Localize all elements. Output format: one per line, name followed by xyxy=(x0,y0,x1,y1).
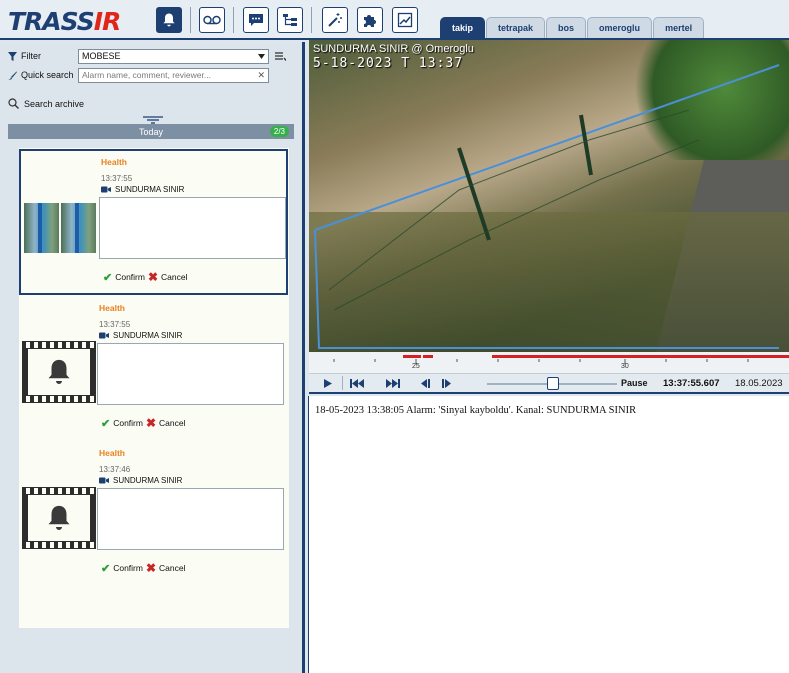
today-group-header[interactable]: Today 2/3 xyxy=(8,124,294,139)
alarm-list: Health 13:37:55 SUNDURMA SINIR ✔ Confirm… xyxy=(19,148,289,628)
chat-icon xyxy=(249,14,263,26)
alarm-channel: SUNDURMA SINIR xyxy=(113,331,183,340)
trassir-logo: TRASSIR xyxy=(8,7,121,36)
alarm-card[interactable]: Health 13:37:46 SUNDURMA SINIR ✔ Confirm… xyxy=(19,442,288,588)
quick-search-label: Quick search xyxy=(21,70,74,80)
frame-forward-icon xyxy=(442,378,451,388)
detection-zone-overlay xyxy=(314,64,780,349)
top-toolbar: TRASSIR takip tetrapak bos omeroglu mert… xyxy=(0,0,789,40)
playback-time: 13:37:55.607 xyxy=(663,378,720,389)
event-log[interactable]: 18-05-2023 13:38:05 Alarm: 'Sinyal kaybo… xyxy=(308,396,789,673)
camera-snapshot[interactable] xyxy=(24,203,96,253)
bell-film-icon xyxy=(22,341,96,403)
timeline-tick-label: 25 xyxy=(412,363,420,370)
chat-button[interactable] xyxy=(243,7,269,33)
brush-icon xyxy=(8,71,17,80)
plugins-button[interactable] xyxy=(357,7,383,33)
alarm-type: Health xyxy=(99,303,125,313)
video-camera-icon xyxy=(99,477,109,484)
puzzle-icon xyxy=(364,15,376,27)
close-icon: ✖ xyxy=(147,270,159,284)
bell-film-icon xyxy=(22,487,96,549)
collapse-handle-icon[interactable] xyxy=(143,116,163,124)
alarm-card[interactable]: Health 13:37:55 SUNDURMA SINIR ✔ Confirm… xyxy=(19,297,288,443)
magic-wand-button[interactable] xyxy=(322,7,348,33)
clear-icon[interactable]: ✕ xyxy=(257,70,265,81)
alarm-comment-field[interactable] xyxy=(97,343,284,405)
check-icon: ✔ xyxy=(101,562,111,575)
alarm-channel: SUNDURMA SINIR xyxy=(113,476,183,485)
workspace-tabs: takip tetrapak bos omeroglu mertel xyxy=(440,17,705,38)
camera-video-view[interactable]: SUNDURMA SINIR @ Omeroglu 5-18-2023 T 13… xyxy=(309,40,789,352)
cancel-button[interactable]: Cancel xyxy=(161,272,187,282)
playback-timeline[interactable]: 25 30 xyxy=(309,352,789,374)
skip-back-icon xyxy=(350,378,364,388)
tree-view-button[interactable] xyxy=(277,7,303,33)
speed-slider-handle[interactable] xyxy=(547,377,559,390)
video-camera-icon xyxy=(99,332,109,339)
bell-icon xyxy=(163,13,175,27)
video-osd-timestamp: 5-18-2023 T 13:37 xyxy=(313,56,464,71)
playback-date: 18.05.2023 xyxy=(735,378,783,389)
alarm-comment-field[interactable] xyxy=(97,488,284,550)
today-count-badge: 2/3 xyxy=(269,126,289,137)
chevron-down-icon xyxy=(258,53,265,59)
alarm-panel: Filter MOBESE Quick search Alarm name, c… xyxy=(0,42,305,673)
close-icon: ✖ xyxy=(145,561,157,575)
tab-omeroglu[interactable]: omeroglu xyxy=(587,17,653,38)
filter-select[interactable]: MOBESE xyxy=(78,48,269,64)
tree-icon xyxy=(283,14,297,26)
log-entry: 18-05-2023 13:38:05 Alarm: 'Sinyal kaybo… xyxy=(315,405,637,416)
alarm-channel: SUNDURMA SINIR xyxy=(115,185,185,194)
skip-back-button[interactable] xyxy=(346,374,368,392)
timeline-tick-label: 30 xyxy=(621,363,629,370)
tab-mertel[interactable]: mertel xyxy=(653,17,705,38)
confirm-button[interactable]: Confirm xyxy=(113,563,143,573)
tab-takip[interactable]: takip xyxy=(440,17,486,38)
voicemail-button[interactable] xyxy=(199,7,225,33)
skip-forward-button[interactable] xyxy=(382,374,404,392)
filter-label: Filter xyxy=(21,51,41,61)
confirm-button[interactable]: Confirm xyxy=(113,418,143,428)
chart-edit-button[interactable] xyxy=(392,7,418,33)
cancel-button[interactable]: Cancel xyxy=(159,418,185,428)
filter-row: Filter MOBESE xyxy=(8,48,293,64)
play-icon xyxy=(324,378,332,388)
playback-state: Pause xyxy=(621,378,648,388)
quick-search-row: Quick search Alarm name, comment, review… xyxy=(8,67,293,83)
tab-bos[interactable]: bos xyxy=(546,17,587,38)
alarm-time: 13:37:46 xyxy=(99,465,131,474)
cancel-button[interactable]: Cancel xyxy=(159,563,185,573)
skip-forward-icon xyxy=(386,378,400,388)
confirm-button[interactable]: Confirm xyxy=(115,272,145,282)
play-button[interactable] xyxy=(317,374,339,392)
alarm-comment-field[interactable] xyxy=(99,197,286,259)
alarms-bell-button[interactable] xyxy=(156,7,182,33)
alarm-time: 13:37:55 xyxy=(99,320,131,329)
quick-search-input[interactable]: Alarm name, comment, reviewer... ✕ xyxy=(78,67,269,83)
frame-forward-button[interactable] xyxy=(436,374,458,392)
alarm-type: Health xyxy=(101,157,127,167)
check-icon: ✔ xyxy=(101,417,111,430)
alarm-time: 13:37:55 xyxy=(101,174,133,183)
check-icon: ✔ xyxy=(103,271,113,284)
tab-tetrapak[interactable]: tetrapak xyxy=(486,17,546,38)
video-osd-title: SUNDURMA SINIR @ Omeroglu xyxy=(313,43,474,55)
filter-icon xyxy=(8,51,17,61)
chart-edit-icon xyxy=(397,12,413,28)
list-options-icon[interactable] xyxy=(275,51,286,61)
video-camera-icon xyxy=(101,186,111,193)
magic-wand-icon xyxy=(328,13,342,27)
search-archive-link[interactable]: Search archive xyxy=(8,98,84,109)
search-icon xyxy=(8,98,19,109)
frame-back-button[interactable] xyxy=(414,374,436,392)
close-icon: ✖ xyxy=(145,416,157,430)
alarm-card[interactable]: Health 13:37:55 SUNDURMA SINIR ✔ Confirm… xyxy=(19,149,288,295)
voicemail-icon xyxy=(203,15,221,25)
playback-controls: Pause 13:37:55.607 18.05.2023 xyxy=(309,374,789,394)
alarm-type: Health xyxy=(99,448,125,458)
frame-back-icon xyxy=(421,378,430,388)
